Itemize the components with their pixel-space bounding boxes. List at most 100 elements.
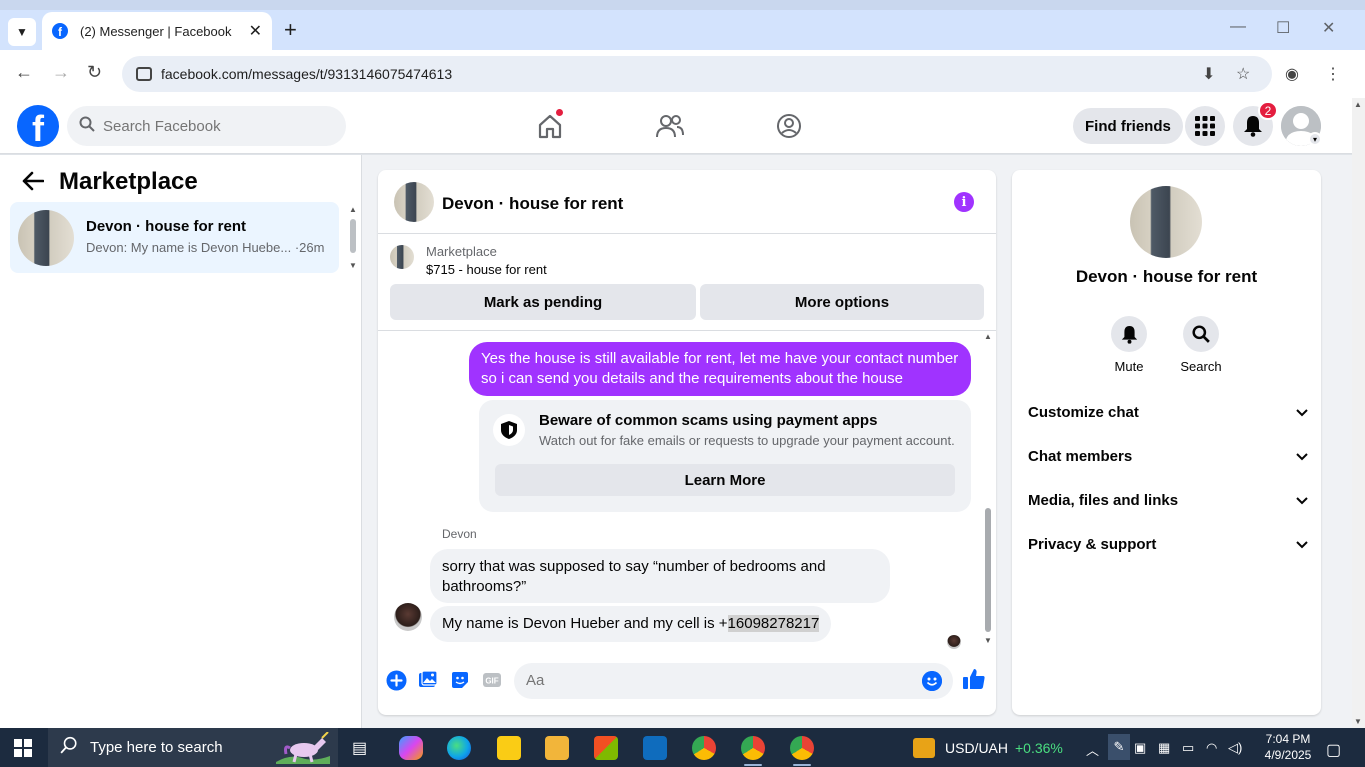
- bookmark-star-icon[interactable]: ☆: [1236, 64, 1250, 84]
- chrome-profile-a-app-icon[interactable]: [741, 736, 765, 760]
- task-view-icon[interactable]: ▤: [352, 738, 367, 758]
- tab-close-icon[interactable]: ✕: [249, 21, 262, 41]
- copilot-app-icon[interactable]: [399, 736, 423, 760]
- section-customize-chat[interactable]: Customize chat: [1028, 397, 1308, 427]
- listing-price[interactable]: $715 - house for rent: [426, 262, 547, 277]
- conversation-list-scrollbar[interactable]: ▲ ▼: [348, 205, 358, 271]
- camera-tray-icon[interactable]: ▣: [1134, 740, 1146, 756]
- phone-number-highlight[interactable]: 16098278217: [727, 615, 820, 632]
- display-tray-icon[interactable]: ▦: [1158, 740, 1170, 756]
- back-icon[interactable]: ←: [15, 62, 33, 83]
- reload-icon[interactable]: ↻: [87, 62, 102, 83]
- scroll-up-arrow-icon[interactable]: ▲: [349, 205, 357, 214]
- shield-icon: [493, 414, 525, 446]
- scroll-up-arrow-icon[interactable]: ▲: [984, 332, 992, 341]
- scroll-down-arrow-icon[interactable]: ▼: [1354, 717, 1362, 726]
- mute-button[interactable]: Mute: [1099, 316, 1159, 374]
- search-input[interactable]: [103, 117, 323, 135]
- message-text: My name is Devon Hueber and my cell is +: [442, 615, 728, 632]
- back-arrow-icon[interactable]: [22, 171, 45, 197]
- store-app-icon[interactable]: [594, 736, 618, 760]
- wifi-icon[interactable]: ◠: [1206, 740, 1217, 756]
- emoji-icon[interactable]: [922, 671, 942, 691]
- sticker-icon[interactable]: [449, 669, 471, 691]
- sticky-notes-app-icon[interactable]: [497, 736, 521, 760]
- volume-icon[interactable]: ◁): [1228, 740, 1242, 756]
- windows-taskbar: Type here to search ▤ USD/UAH +0.36% ︿ ✎…: [0, 728, 1365, 767]
- bell-icon: [1111, 316, 1147, 352]
- details-avatar[interactable]: [1130, 186, 1202, 258]
- new-tab-button[interactable]: +: [284, 18, 297, 42]
- show-hidden-icons-chevron-up-icon[interactable]: ︿: [1086, 740, 1099, 759]
- chevron-down-icon: [1296, 448, 1308, 464]
- tab-search-button[interactable]: ▼: [8, 18, 36, 46]
- facebook-search[interactable]: [67, 106, 346, 146]
- install-app-icon[interactable]: ⬇: [1202, 64, 1215, 84]
- maximize-icon[interactable]: ☐: [1276, 18, 1290, 38]
- outlook-app-icon[interactable]: [643, 736, 667, 760]
- info-icon[interactable]: i: [954, 192, 974, 212]
- menu-grid-icon[interactable]: [1185, 106, 1225, 146]
- forward-icon[interactable]: →: [52, 62, 70, 83]
- friends-nav-icon[interactable]: [652, 110, 688, 142]
- browser-menu-icon[interactable]: ⋮: [1325, 64, 1341, 84]
- browser-tab-active[interactable]: f (2) Messenger | Facebook ✕: [42, 12, 272, 50]
- more-options-button[interactable]: More options: [700, 284, 984, 320]
- system-clock[interactable]: 7:04 PM 4/9/2025: [1258, 731, 1318, 763]
- scrollbar-thumb[interactable]: [350, 219, 356, 253]
- scrollbar-thumb[interactable]: [985, 508, 991, 632]
- learn-more-button[interactable]: Learn More: [495, 464, 955, 496]
- scroll-up-arrow-icon[interactable]: ▲: [1354, 100, 1362, 109]
- thumbs-up-icon[interactable]: [962, 667, 986, 691]
- site-info-icon[interactable]: [136, 67, 152, 81]
- window-close-icon[interactable]: ✕: [1322, 18, 1335, 38]
- chevron-down-icon: [1296, 404, 1308, 420]
- gif-icon[interactable]: GIF: [481, 669, 503, 691]
- minimize-icon[interactable]: —: [1230, 18, 1246, 36]
- windows-start-icon[interactable]: [14, 739, 32, 757]
- currency-pair[interactable]: USD/UAH: [945, 740, 1008, 756]
- outgoing-message[interactable]: Yes the house is still available for ren…: [469, 342, 971, 396]
- section-chat-members[interactable]: Chat members: [1028, 441, 1308, 471]
- facebook-logo-icon[interactable]: f: [17, 105, 59, 147]
- incoming-message[interactable]: My name is Devon Hueber and my cell is +…: [430, 606, 832, 642]
- groups-nav-icon[interactable]: [771, 110, 807, 142]
- scroll-down-arrow-icon[interactable]: ▼: [349, 261, 357, 270]
- edge-app-icon[interactable]: [447, 736, 471, 760]
- address-bar[interactable]: facebook.com/messages/t/9313146075474613: [122, 56, 1272, 92]
- battery-icon[interactable]: ▭: [1182, 740, 1194, 756]
- details-title: Devon · house for rent: [1075, 267, 1258, 286]
- notification-center-icon[interactable]: ▢: [1326, 740, 1341, 760]
- scroll-down-arrow-icon[interactable]: ▼: [984, 636, 992, 645]
- currency-widget-icon[interactable]: [913, 738, 935, 758]
- url-text: facebook.com/messages/t/9313146075474613: [161, 66, 453, 82]
- profile-icon[interactable]: ◉: [1285, 64, 1299, 84]
- file-explorer-app-icon[interactable]: [545, 736, 569, 760]
- chat-avatar[interactable]: [394, 182, 434, 222]
- conversation-snippet: Devon: My name is Devon Huebe... ·26m: [86, 240, 325, 255]
- add-plus-icon[interactable]: [385, 669, 407, 691]
- message-input-box[interactable]: [514, 663, 953, 699]
- photo-icon[interactable]: [417, 669, 439, 691]
- pen-tray-icon[interactable]: ✎: [1108, 734, 1130, 760]
- home-nav-icon[interactable]: [532, 108, 568, 142]
- svg-text:GIF: GIF: [485, 677, 498, 686]
- chrome-app-icon[interactable]: [692, 736, 716, 760]
- mark-as-pending-button[interactable]: Mark as pending: [390, 284, 696, 320]
- sender-avatar[interactable]: [394, 603, 422, 631]
- chat-title[interactable]: Devon · house for rent: [442, 194, 623, 214]
- find-friends-button[interactable]: Find friends: [1073, 108, 1183, 144]
- search-icon: [79, 116, 95, 137]
- search-label: Search: [1180, 359, 1222, 374]
- incoming-message[interactable]: sorry that was supposed to say “number o…: [430, 549, 890, 603]
- section-privacy-support[interactable]: Privacy & support: [1028, 529, 1308, 559]
- message-input[interactable]: [526, 672, 906, 689]
- chat-scrollbar[interactable]: ▲ ▼: [982, 332, 994, 652]
- conversation-item[interactable]: Devon · house for rent Devon: My name is…: [10, 202, 339, 273]
- search-in-chat-button[interactable]: Search: [1171, 316, 1231, 374]
- chrome-profile-b-app-icon[interactable]: [790, 736, 814, 760]
- page-scrollbar[interactable]: ▲ ▼: [1352, 98, 1365, 728]
- account-chevron-down-icon[interactable]: ▾: [1308, 132, 1322, 146]
- section-media-files-links[interactable]: Media, files and links: [1028, 485, 1308, 515]
- section-label: Media, files and links: [1028, 491, 1179, 509]
